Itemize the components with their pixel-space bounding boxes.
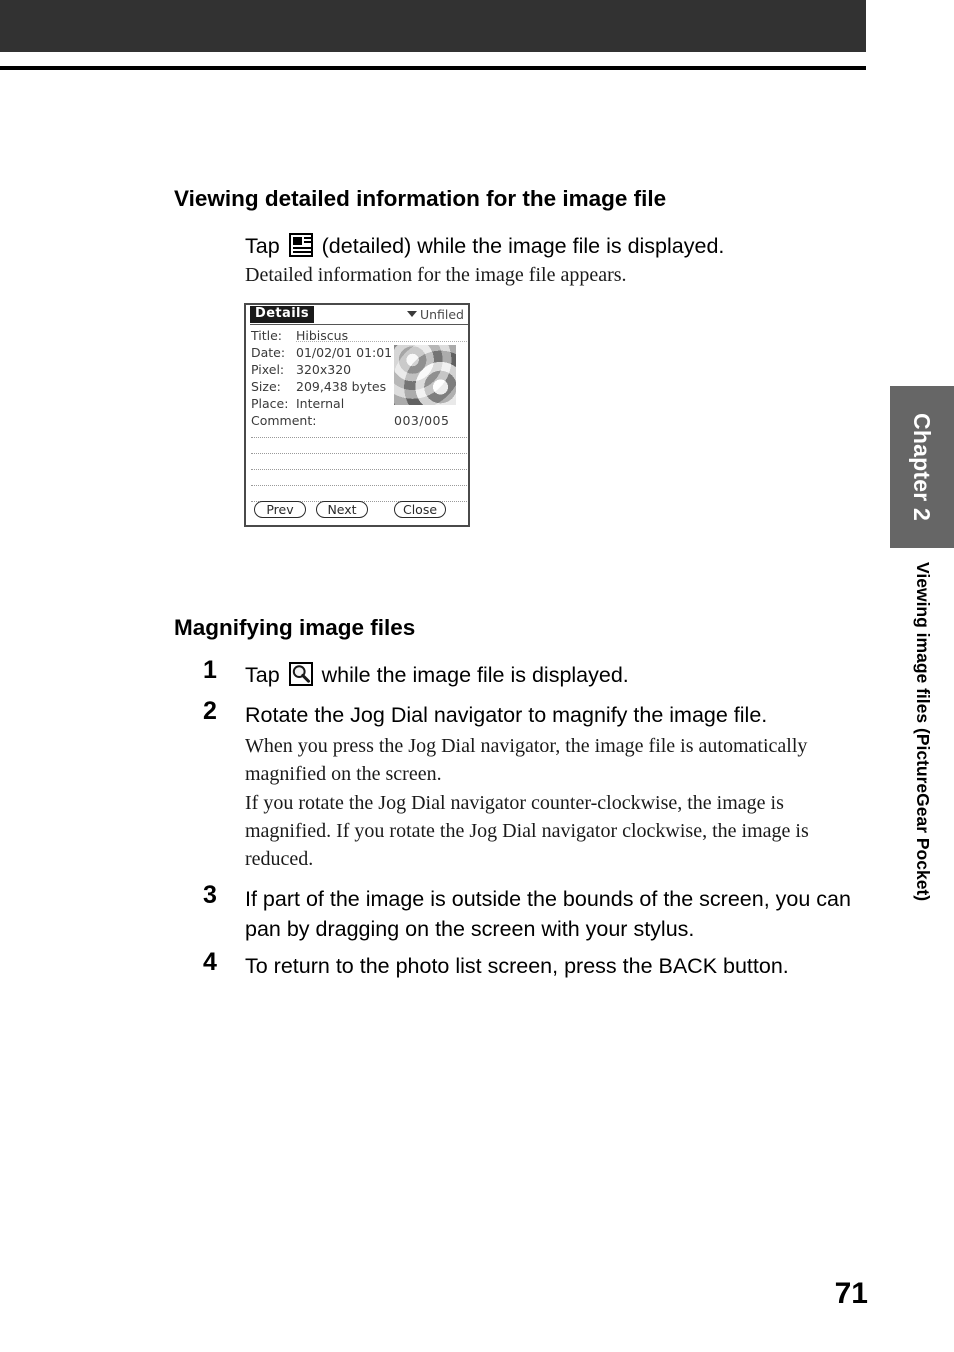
- pda-image-thumbnail: [394, 345, 456, 405]
- pda-title-underline: [250, 324, 468, 325]
- pda-title-dotted-rule: [296, 341, 467, 343]
- pda-field-label-title: Title:: [251, 328, 282, 343]
- pda-comment-line[interactable]: [251, 453, 467, 455]
- chapter-tab-label: Chapter 2: [909, 413, 936, 521]
- pda-category-label: Unfiled: [419, 307, 464, 322]
- pda-field-value-size: 209,438 bytes: [296, 379, 387, 394]
- pda-field-label-comment: Comment:: [251, 413, 317, 428]
- running-head: Viewing image files (PictureGear Pocket): [890, 562, 954, 982]
- pda-field-value-pixel: 320x320: [296, 362, 352, 377]
- pda-image-counter: 003/005: [394, 413, 450, 428]
- step-3-instruction: If part of the image is outside the boun…: [245, 887, 851, 941]
- section-heading-magnifying: Magnifying image files: [174, 615, 416, 640]
- pda-field-label-size: Size:: [251, 379, 281, 394]
- running-head-label: Viewing image files (PictureGear Pocket): [913, 562, 933, 902]
- step-number-2: 2: [203, 697, 217, 725]
- pda-prev-button[interactable]: Prev: [254, 501, 306, 518]
- step-number-1: 1: [203, 656, 217, 684]
- lead-suffix: (detailed) while the image file is displ…: [321, 234, 725, 258]
- step-number-4: 4: [203, 948, 217, 976]
- magnify-icon: [288, 662, 313, 686]
- pda-details-screenshot: Details Unfiled Title: Hibiscus Date: 01…: [244, 303, 470, 527]
- body-detailed-info: Detailed information for the image file …: [245, 264, 627, 286]
- instruction-tap-detailed: Tap (detailed) while the image file is d…: [245, 231, 724, 261]
- step-2-body-paragraph-1: When you press the Jog Dial navigator, t…: [245, 735, 808, 785]
- pda-comment-line[interactable]: [251, 437, 467, 439]
- chevron-down-icon: [406, 311, 417, 317]
- page-number: 71: [834, 1277, 868, 1310]
- pda-field-value-place: Internal: [296, 396, 345, 411]
- step-2-instruction: Rotate the Jog Dial navigator to magnify…: [245, 703, 768, 727]
- detailed-view-icon: [288, 233, 313, 257]
- pda-field-label-pixel: Pixel:: [251, 362, 285, 377]
- step-4-instruction: To return to the photo list screen, pres…: [245, 954, 789, 978]
- step-number-3: 3: [203, 881, 217, 909]
- pda-category-picker[interactable]: Unfiled: [406, 307, 464, 322]
- pda-field-label-place: Place:: [251, 396, 289, 411]
- chapter-tab: Chapter 2: [890, 386, 954, 548]
- step-1-prefix: Tap: [245, 663, 280, 687]
- pda-close-button[interactable]: Close: [394, 501, 446, 518]
- pda-comment-line[interactable]: [251, 469, 467, 471]
- step-1-instruction: Tap while the image file is displayed.: [245, 660, 629, 690]
- step-2-body-paragraph-2: If you rotate the Jog Dial navigator cou…: [245, 792, 809, 870]
- pda-field-label-date: Date:: [251, 345, 286, 360]
- pda-screen-title: Details: [250, 306, 315, 323]
- step-1-suffix: while the image file is displayed.: [321, 663, 629, 687]
- pda-next-button[interactable]: Next: [316, 501, 368, 518]
- pda-button-row: Prev Next Close: [246, 501, 468, 521]
- section-heading-detailed-info: Viewing detailed information for the ima…: [174, 186, 667, 211]
- pda-title-bar: Details Unfiled: [246, 305, 468, 325]
- page-content: Viewing detailed information for the ima…: [0, 0, 880, 1352]
- lead-prefix: Tap: [245, 234, 280, 258]
- pda-comment-line[interactable]: [251, 485, 467, 487]
